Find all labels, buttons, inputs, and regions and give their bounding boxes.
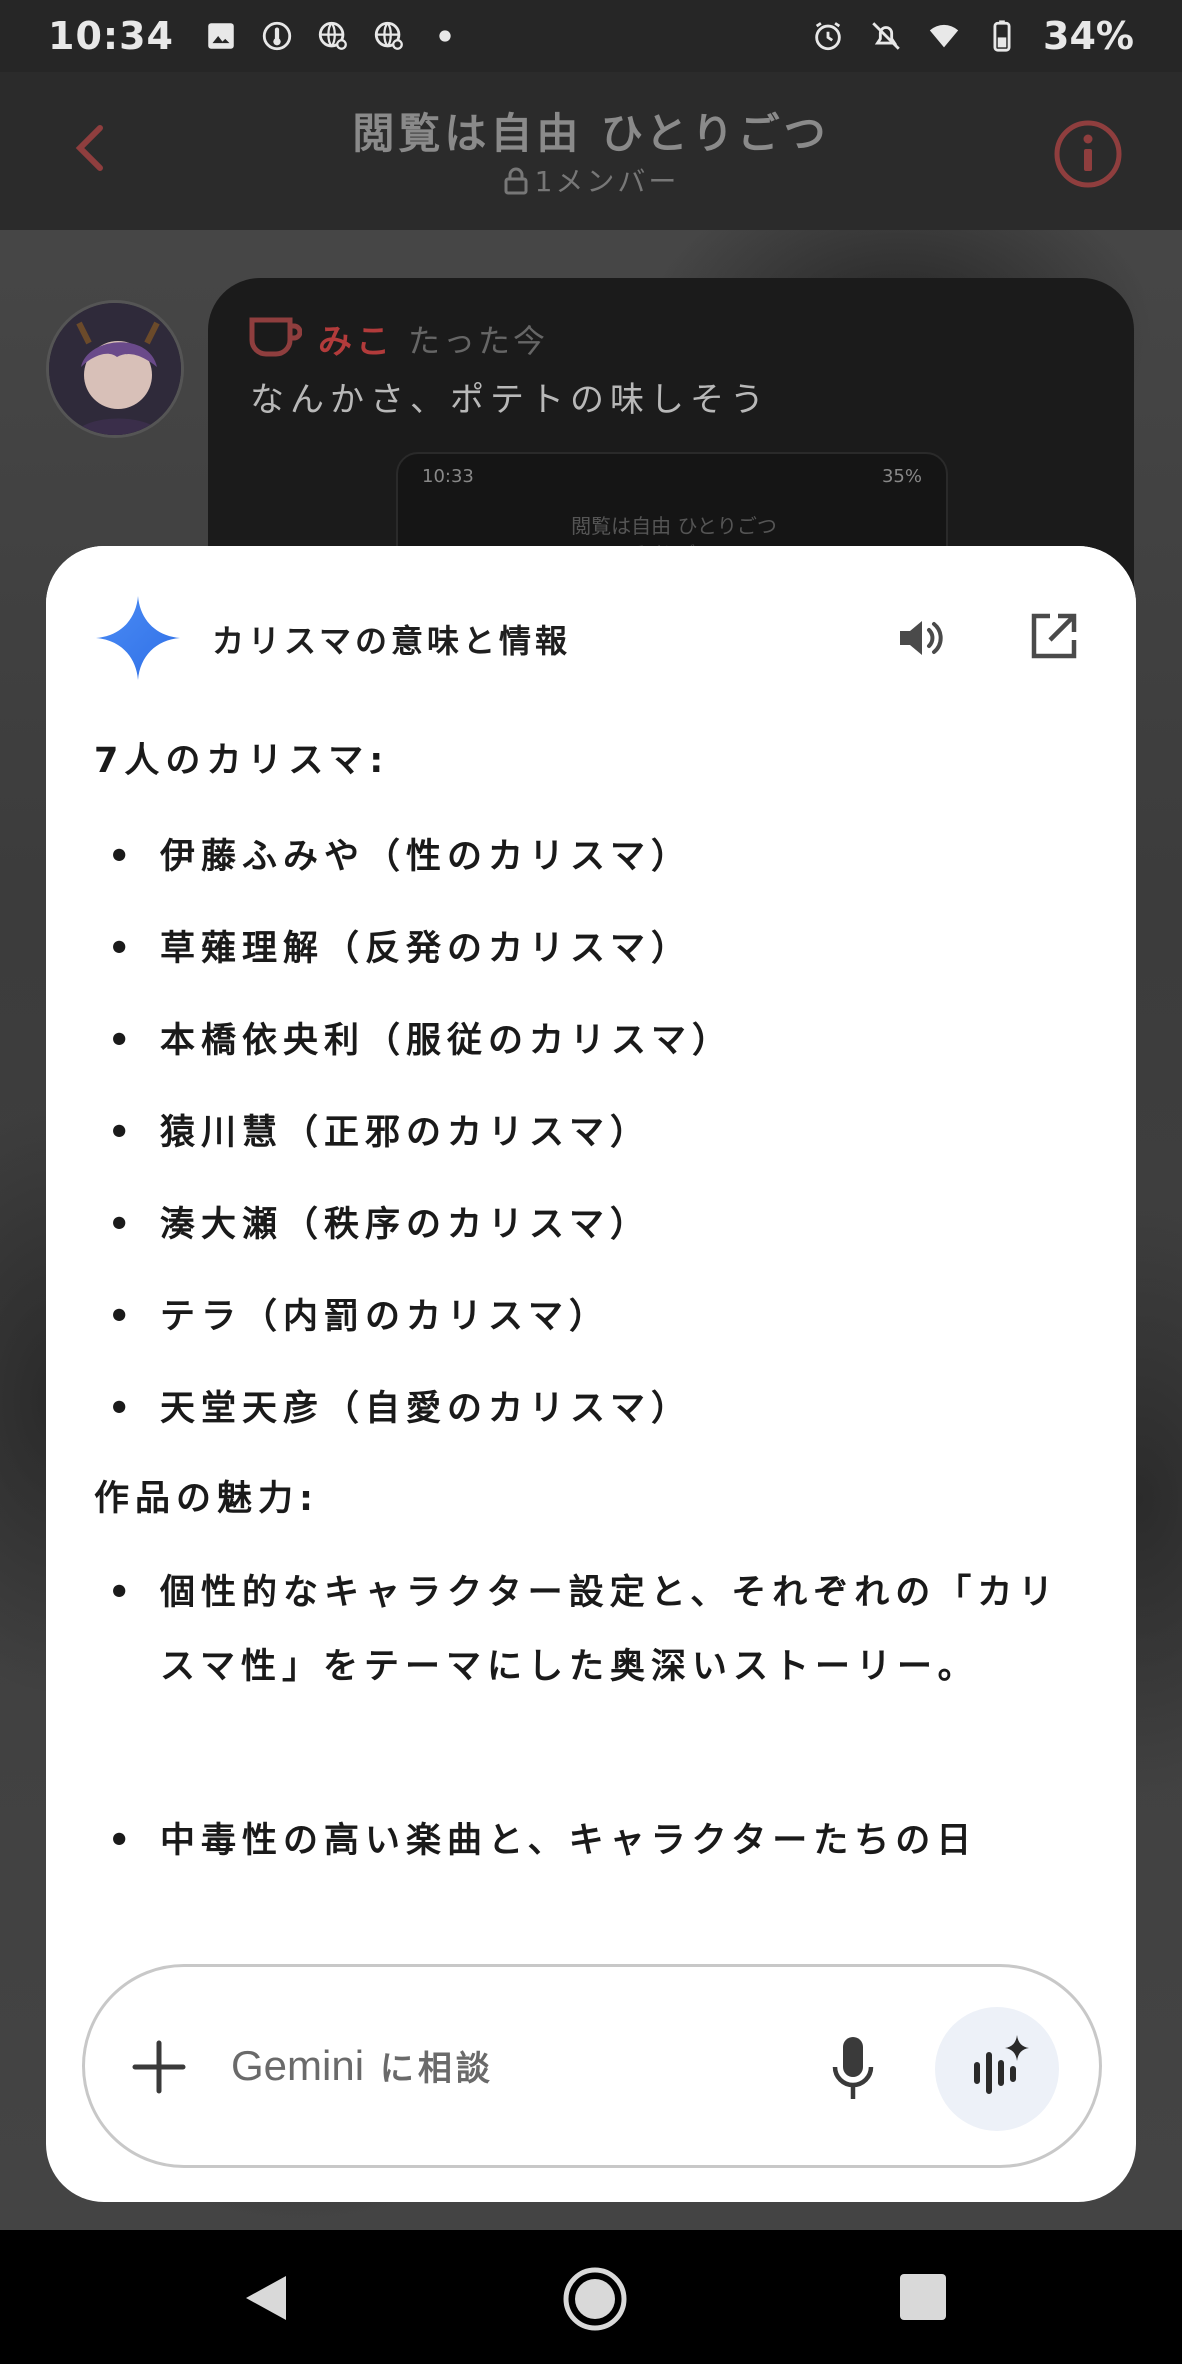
- gemini-input[interactable]: Gemini に相談: [231, 2041, 494, 2090]
- info-icon[interactable]: [1052, 118, 1124, 190]
- message-sender: みこ: [318, 322, 394, 362]
- nav-home-icon[interactable]: [562, 2266, 628, 2332]
- list-item: • 湊大瀬（秩序のカリスマ）: [102, 1188, 1092, 1262]
- mic-icon[interactable]: [829, 2033, 877, 2105]
- room-title: 閲覧は自由 ひとりごつ: [352, 109, 830, 158]
- alarm-icon: [815, 22, 841, 51]
- mini-status-bar: 10:33 35%: [422, 466, 922, 487]
- bullet: •: [108, 1205, 137, 1245]
- globe-search-icon: [374, 21, 403, 50]
- gemini-title: カリスマの意味と情報: [212, 622, 572, 660]
- status-time: 10:34: [48, 14, 174, 58]
- bullet: •: [108, 1113, 137, 1153]
- section-heading: 7人のカリスマ:: [94, 741, 390, 781]
- gemini-header: カリスマの意味と情報: [46, 546, 1136, 686]
- bullet: •: [108, 1297, 137, 1337]
- room-subtitle: 1メンバー: [534, 165, 680, 198]
- list-item: • 草薙理解（反発のカリスマ）: [102, 912, 1092, 986]
- gemini-overlay: カリスマの意味と情報 7人のカリスマ: • 伊藤ふみや（性のカリスマ） • 草薙理解…: [46, 546, 1136, 2202]
- list-item: • 伊藤ふみや（性のカリスマ）: [102, 820, 1092, 894]
- bullet: •: [108, 1021, 137, 1061]
- mini-time: 10:33: [422, 466, 474, 487]
- mini-battery: 35%: [881, 466, 922, 487]
- list-item: • テラ（内罰のカリスマ）: [102, 1280, 1092, 1354]
- lock-icon: [504, 167, 528, 195]
- nav-back-icon[interactable]: [238, 2270, 294, 2326]
- input-placeholder-brand: Gemini: [231, 2042, 365, 2089]
- gemini-response[interactable]: 7人のカリスマ: • 伊藤ふみや（性のカリスマ） • 草薙理解（反発のカリスマ） •…: [46, 686, 1136, 1966]
- list-item: • 天堂天彦（自愛のカリスマ）: [102, 1372, 1092, 1446]
- message-time: たった今: [408, 322, 549, 360]
- message-text: なんかさ、ポテトの味しそう: [250, 380, 770, 420]
- wifi-icon: [929, 24, 959, 48]
- list-item: • 中毒性の高い楽曲と、キャラクターたちの日: [102, 1804, 1092, 1878]
- bullet: •: [108, 929, 137, 969]
- globe-search-icon: [318, 21, 347, 50]
- room-member-count: 1メンバー: [0, 160, 1182, 200]
- bell-off-icon: [872, 22, 900, 50]
- gemini-spark-icon: [96, 596, 180, 680]
- plus-icon[interactable]: [129, 2037, 189, 2097]
- section-heading: 作品の魅力:: [94, 1479, 319, 1519]
- mini-title: 閲覧は自由 ひとりごつ: [571, 514, 777, 538]
- gemini-live-button[interactable]: [935, 2007, 1059, 2131]
- open-external-icon[interactable]: [1026, 610, 1080, 664]
- list-item: • 個性的なキャラクター設定と、それぞれの「カリスマ性」をテーマにした奥深いストー…: [102, 1556, 1092, 1704]
- image-icon: [208, 23, 234, 49]
- list-item: • 猿川慧（正邪のカリスマ）: [102, 1096, 1092, 1170]
- chat-header: 閲覧は自由 ひとりごつ 1メンバー: [0, 72, 1182, 230]
- gemini-input-bar[interactable]: Gemini に相談: [82, 1964, 1102, 2168]
- cup-icon: [249, 317, 302, 357]
- bullet: •: [108, 1389, 137, 1429]
- bullet: •: [108, 1573, 137, 1613]
- thermometer-icon: [262, 21, 292, 51]
- avatar-image: [49, 303, 181, 435]
- status-bar: 10:34 34%: [0, 0, 1182, 72]
- nav-recents-icon[interactable]: [900, 2274, 946, 2320]
- speaker-icon[interactable]: [892, 610, 948, 666]
- avatar[interactable]: [46, 300, 184, 438]
- dot-icon: [439, 30, 451, 42]
- battery-percent: 34%: [1043, 14, 1134, 58]
- battery-icon: [993, 20, 1011, 52]
- bullet: •: [108, 837, 137, 877]
- input-placeholder-text: に相談: [364, 2049, 494, 2089]
- bullet: •: [108, 1821, 137, 1861]
- list-item: • 本橋依央利（服従のカリスマ）: [102, 1004, 1092, 1078]
- live-waveform-icon: [974, 2035, 1029, 2094]
- system-nav-bar: [0, 2230, 1182, 2364]
